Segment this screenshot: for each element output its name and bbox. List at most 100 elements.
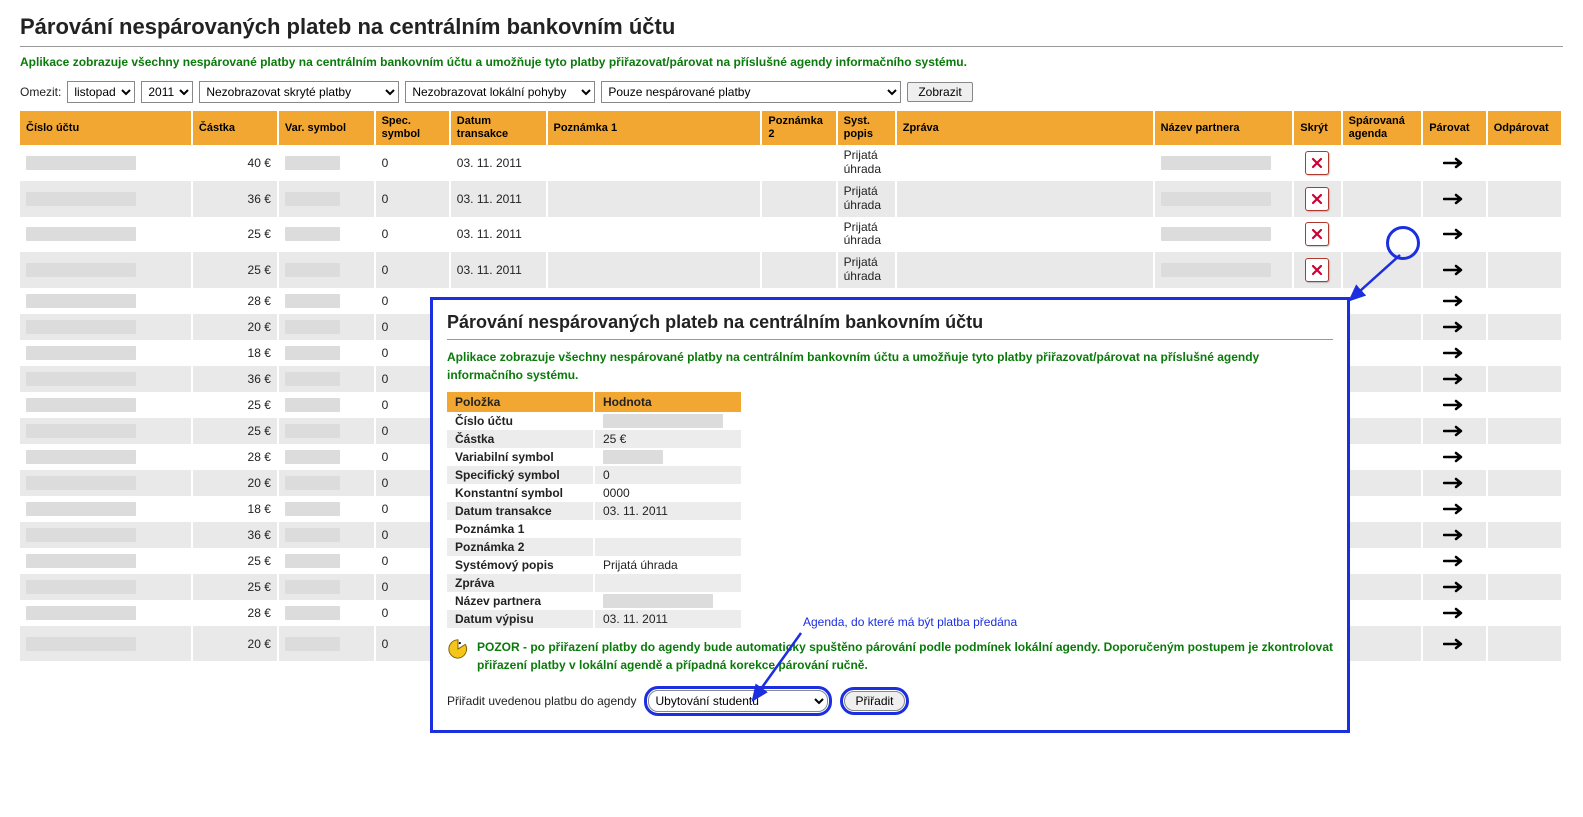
col-9: Název partnera bbox=[1154, 111, 1294, 145]
pair-select[interactable]: Pouze nespárované platby bbox=[601, 81, 901, 103]
cell: 18 € bbox=[192, 340, 278, 366]
cell bbox=[761, 217, 836, 253]
amount: 18 € bbox=[199, 346, 271, 360]
hide-button[interactable] bbox=[1305, 258, 1329, 282]
pair-button[interactable] bbox=[1439, 552, 1469, 570]
detail-row: Číslo účtu bbox=[447, 412, 742, 430]
cell bbox=[278, 340, 375, 366]
popup-intro: Aplikace zobrazuje všechny nespárované p… bbox=[447, 348, 1333, 384]
amount: 25 € bbox=[199, 398, 271, 412]
pair-button[interactable] bbox=[1439, 396, 1469, 414]
account-placeholder bbox=[26, 476, 136, 490]
cell bbox=[1342, 288, 1423, 314]
account-placeholder bbox=[26, 528, 136, 542]
month-select[interactable]: listopad bbox=[67, 81, 135, 103]
hide-button[interactable] bbox=[1305, 222, 1329, 246]
cell: Prijatá úhrada bbox=[837, 145, 896, 181]
pair-button[interactable] bbox=[1439, 370, 1469, 388]
assign-button[interactable]: Přiřadit bbox=[844, 691, 904, 711]
cell: 03. 11. 2011 bbox=[450, 217, 547, 253]
table-row: 40 €003. 11. 2011Prijatá úhrada bbox=[20, 145, 1562, 181]
cell bbox=[1342, 181, 1423, 217]
cell bbox=[278, 600, 375, 626]
amount: 25 € bbox=[199, 554, 271, 568]
cell bbox=[1342, 314, 1423, 340]
agenda-select[interactable]: Ubytování studentů bbox=[648, 690, 828, 712]
detail-val bbox=[594, 574, 742, 592]
pair-button[interactable] bbox=[1439, 318, 1469, 336]
pair-button[interactable] bbox=[1439, 190, 1469, 208]
cell bbox=[278, 626, 375, 662]
cell bbox=[1422, 392, 1486, 418]
partner-placeholder bbox=[1161, 156, 1271, 170]
pair-button[interactable] bbox=[1439, 604, 1469, 622]
cell bbox=[1487, 444, 1562, 470]
detail-key: Číslo účtu bbox=[447, 412, 594, 430]
hide-button[interactable] bbox=[1305, 187, 1329, 211]
cell bbox=[1487, 288, 1562, 314]
pair-button[interactable] bbox=[1439, 292, 1469, 310]
amount: 20 € bbox=[199, 320, 271, 334]
pair-button[interactable] bbox=[1439, 448, 1469, 466]
pair-button[interactable] bbox=[1439, 500, 1469, 518]
detail-val: 03. 11. 2011 bbox=[594, 610, 742, 628]
cell bbox=[1342, 340, 1423, 366]
pair-button[interactable] bbox=[1439, 344, 1469, 362]
detail-row: Variabilní symbol bbox=[447, 448, 742, 466]
show-button[interactable]: Zobrazit bbox=[907, 82, 972, 102]
cell: Prijatá úhrada bbox=[837, 252, 896, 288]
pair-button[interactable] bbox=[1439, 225, 1469, 243]
pair-button[interactable] bbox=[1439, 578, 1469, 596]
cell bbox=[278, 366, 375, 392]
hide-button[interactable] bbox=[1305, 151, 1329, 175]
cell bbox=[1487, 392, 1562, 418]
varsym-placeholder bbox=[285, 227, 340, 241]
cell bbox=[1342, 366, 1423, 392]
pair-button[interactable] bbox=[1439, 422, 1469, 440]
cell bbox=[1342, 496, 1423, 522]
cell bbox=[1342, 522, 1423, 548]
cell: 03. 11. 2011 bbox=[450, 181, 547, 217]
cell bbox=[761, 145, 836, 181]
col-7: Syst. popis bbox=[837, 111, 896, 145]
pair-button[interactable] bbox=[1439, 261, 1469, 279]
cell bbox=[20, 217, 192, 253]
pair-button[interactable] bbox=[1439, 526, 1469, 544]
local-select[interactable]: Nezobrazovat lokální pohyby bbox=[405, 81, 595, 103]
cell bbox=[1293, 181, 1341, 217]
cell: Prijatá úhrada bbox=[837, 181, 896, 217]
cell bbox=[547, 252, 762, 288]
detail-row: Název partnera bbox=[447, 592, 742, 610]
cell bbox=[1422, 314, 1486, 340]
cell bbox=[761, 252, 836, 288]
cell bbox=[20, 366, 192, 392]
detail-val bbox=[594, 592, 742, 610]
cell bbox=[278, 217, 375, 253]
cell bbox=[547, 217, 762, 253]
detail-val: 25 € bbox=[594, 430, 742, 448]
account-placeholder bbox=[26, 156, 136, 170]
hidden-select[interactable]: Nezobrazovat skryté platby bbox=[199, 81, 399, 103]
detail-val: 0000 bbox=[594, 484, 742, 502]
cell bbox=[20, 626, 192, 662]
cell bbox=[1422, 340, 1486, 366]
amount: 40 € bbox=[199, 156, 271, 170]
account-placeholder bbox=[26, 450, 136, 464]
cell bbox=[20, 574, 192, 600]
cell bbox=[20, 314, 192, 340]
cell bbox=[1293, 252, 1341, 288]
amount: 25 € bbox=[199, 424, 271, 438]
cell bbox=[278, 418, 375, 444]
pair-button[interactable] bbox=[1439, 154, 1469, 172]
detail-table: Položka Hodnota Číslo účtuČástka25 €Vari… bbox=[447, 392, 743, 628]
pacman-icon bbox=[447, 638, 469, 660]
pair-button[interactable] bbox=[1439, 635, 1469, 653]
cell bbox=[1342, 600, 1423, 626]
cell bbox=[1154, 217, 1294, 253]
col-2: Var. symbol bbox=[278, 111, 375, 145]
cell bbox=[1342, 392, 1423, 418]
year-select[interactable]: 2011 bbox=[141, 81, 193, 103]
cell bbox=[1487, 145, 1562, 181]
pair-button[interactable] bbox=[1439, 474, 1469, 492]
cell: 20 € bbox=[192, 314, 278, 340]
